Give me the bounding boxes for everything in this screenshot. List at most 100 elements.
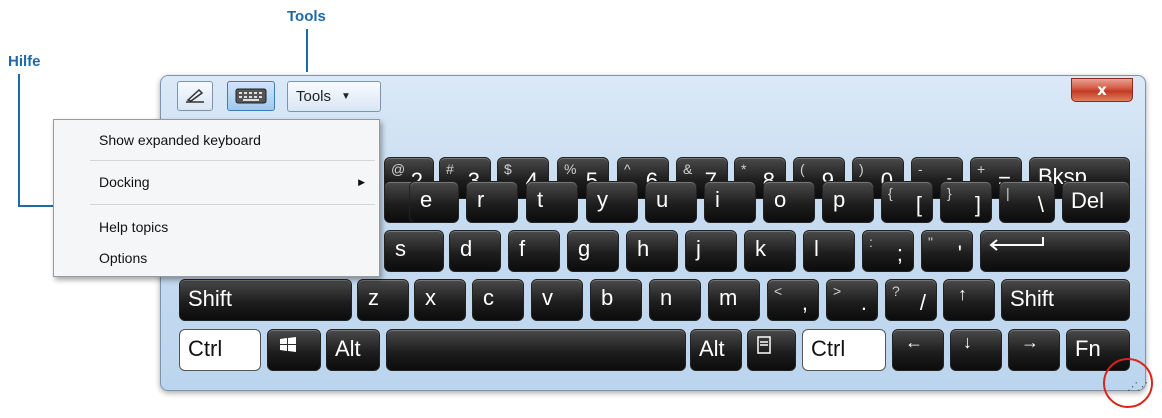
key-n[interactable]: n bbox=[649, 279, 701, 321]
key-main-label: [ bbox=[915, 192, 922, 217]
key-right-alt[interactable]: Alt bbox=[690, 329, 742, 371]
keyboard-mode-button[interactable] bbox=[227, 81, 275, 111]
key-c[interactable]: c bbox=[472, 279, 524, 321]
chevron-right-icon: ▶ bbox=[358, 176, 365, 187]
pen-icon bbox=[186, 88, 204, 103]
key-right-shift[interactable]: Shift bbox=[1001, 279, 1130, 321]
menu-item-help-topics[interactable]: Help topics bbox=[54, 212, 379, 242]
key-arrow-left[interactable]: ← bbox=[892, 329, 944, 371]
key-main-label: o bbox=[774, 187, 787, 212]
key-main-label: l bbox=[814, 236, 819, 261]
key-o[interactable]: o bbox=[763, 181, 815, 223]
resize-highlight-circle bbox=[1103, 358, 1153, 408]
key-i[interactable]: i bbox=[704, 181, 756, 223]
arrow-right-icon: → bbox=[1021, 332, 1039, 352]
key-main-label: ] bbox=[974, 192, 981, 217]
menu-icon bbox=[757, 336, 771, 354]
menu-item-docking[interactable]: Docking ▶ bbox=[54, 167, 379, 197]
key-arrow-right[interactable]: → bbox=[1008, 329, 1060, 371]
key-main-label: Fn bbox=[1075, 336, 1101, 361]
close-button[interactable]: x bbox=[1071, 78, 1133, 102]
key-k[interactable]: k bbox=[744, 230, 796, 272]
key-v[interactable]: v bbox=[531, 279, 583, 321]
key-y[interactable]: y bbox=[586, 181, 638, 223]
key-arrow-up[interactable]: ↑ bbox=[943, 279, 995, 321]
key-main-label: r bbox=[477, 187, 485, 212]
callout-tools: Tools bbox=[287, 8, 326, 25]
key-z[interactable]: z bbox=[357, 279, 409, 321]
key-left-alt[interactable]: Alt bbox=[326, 329, 380, 371]
key-shift-label: ( bbox=[800, 161, 805, 177]
key-comma[interactable]: < , bbox=[767, 279, 819, 321]
key-j[interactable]: j bbox=[685, 230, 737, 272]
key-m[interactable]: m bbox=[708, 279, 760, 321]
key-e[interactable]: e bbox=[409, 181, 459, 223]
key-left-shift[interactable]: Shift bbox=[179, 279, 352, 321]
key-r[interactable]: r bbox=[466, 181, 518, 223]
key-h[interactable]: h bbox=[626, 230, 678, 272]
key-main-label: , bbox=[801, 290, 808, 315]
arrow-left-icon: ← bbox=[905, 332, 923, 352]
key-shift-label: ? bbox=[892, 283, 900, 299]
key-shift-label: ) bbox=[859, 161, 864, 177]
menu-item-show-expanded-keyboard[interactable]: Show expanded keyboard bbox=[54, 125, 379, 155]
key-enter[interactable] bbox=[980, 230, 1130, 272]
key-shift-label: < bbox=[774, 283, 783, 299]
menu-item-label: Options bbox=[99, 250, 148, 266]
key-context-menu[interactable] bbox=[747, 329, 796, 371]
menu-separator bbox=[90, 204, 375, 205]
key-slash[interactable]: ? / bbox=[885, 279, 937, 321]
key-main-label: t bbox=[537, 187, 544, 212]
key-close-bracket[interactable]: } ] bbox=[940, 181, 992, 223]
menu-item-label: Docking bbox=[99, 174, 150, 190]
key-main-label: \ bbox=[1037, 192, 1044, 217]
key-windows[interactable] bbox=[267, 329, 321, 371]
key-main-label: Alt bbox=[699, 336, 725, 361]
key-shift-label: $ bbox=[504, 161, 512, 177]
key-p[interactable]: p bbox=[822, 181, 874, 223]
key-g[interactable]: g bbox=[567, 230, 619, 272]
key-main-label: k bbox=[755, 236, 766, 261]
key-d[interactable]: d bbox=[449, 230, 501, 272]
chevron-down-icon: ▼ bbox=[341, 91, 351, 102]
key-space[interactable] bbox=[386, 329, 686, 371]
key-t[interactable]: t bbox=[526, 181, 578, 223]
callout-help-line-vertical bbox=[18, 74, 20, 206]
callout-help: Hilfe bbox=[8, 53, 41, 70]
key-u[interactable]: u bbox=[645, 181, 697, 223]
key-main-label: Ctrl bbox=[811, 336, 846, 361]
key-right-ctrl[interactable]: Ctrl bbox=[802, 329, 886, 371]
key-main-label: ' bbox=[957, 241, 962, 266]
key-x[interactable]: x bbox=[414, 279, 466, 321]
key-f[interactable]: f bbox=[508, 230, 560, 272]
key-main-label: h bbox=[637, 236, 650, 261]
key-shift-label: & bbox=[683, 161, 693, 177]
key-shift-label: > bbox=[833, 283, 842, 299]
key-main-label: p bbox=[833, 187, 846, 212]
key-main-label: y bbox=[597, 187, 608, 212]
key-left-ctrl[interactable]: Ctrl bbox=[179, 329, 261, 371]
pen-mode-button[interactable] bbox=[177, 81, 213, 111]
key-quote[interactable]: " ' bbox=[921, 230, 973, 272]
key-main-label: x bbox=[425, 285, 436, 310]
key-open-bracket[interactable]: { [ bbox=[881, 181, 933, 223]
key-main-label: m bbox=[719, 285, 738, 310]
key-semicolon[interactable]: : ; bbox=[862, 230, 914, 272]
keyboard-icon bbox=[235, 88, 267, 104]
key-period[interactable]: > . bbox=[826, 279, 878, 321]
menu-item-options[interactable]: Options bbox=[54, 243, 379, 273]
tools-dropdown-button[interactable]: Tools ▼ bbox=[287, 81, 381, 112]
key-backslash[interactable]: | \ bbox=[999, 181, 1055, 223]
key-main-label: i bbox=[715, 187, 720, 212]
key-s[interactable]: s bbox=[384, 230, 444, 272]
key-b[interactable]: b bbox=[590, 279, 642, 321]
key-l[interactable]: l bbox=[803, 230, 855, 272]
key-arrow-down[interactable]: ↓ bbox=[950, 329, 1002, 371]
key-shift-label: ^ bbox=[624, 161, 631, 177]
key-main-label: Alt bbox=[335, 336, 361, 361]
key-shift-label: % bbox=[564, 161, 577, 177]
key-main-label: Shift bbox=[1010, 286, 1055, 311]
key-main-label: n bbox=[660, 285, 673, 310]
key-shift-label: # bbox=[446, 161, 454, 177]
key-delete[interactable]: Del bbox=[1062, 181, 1130, 223]
